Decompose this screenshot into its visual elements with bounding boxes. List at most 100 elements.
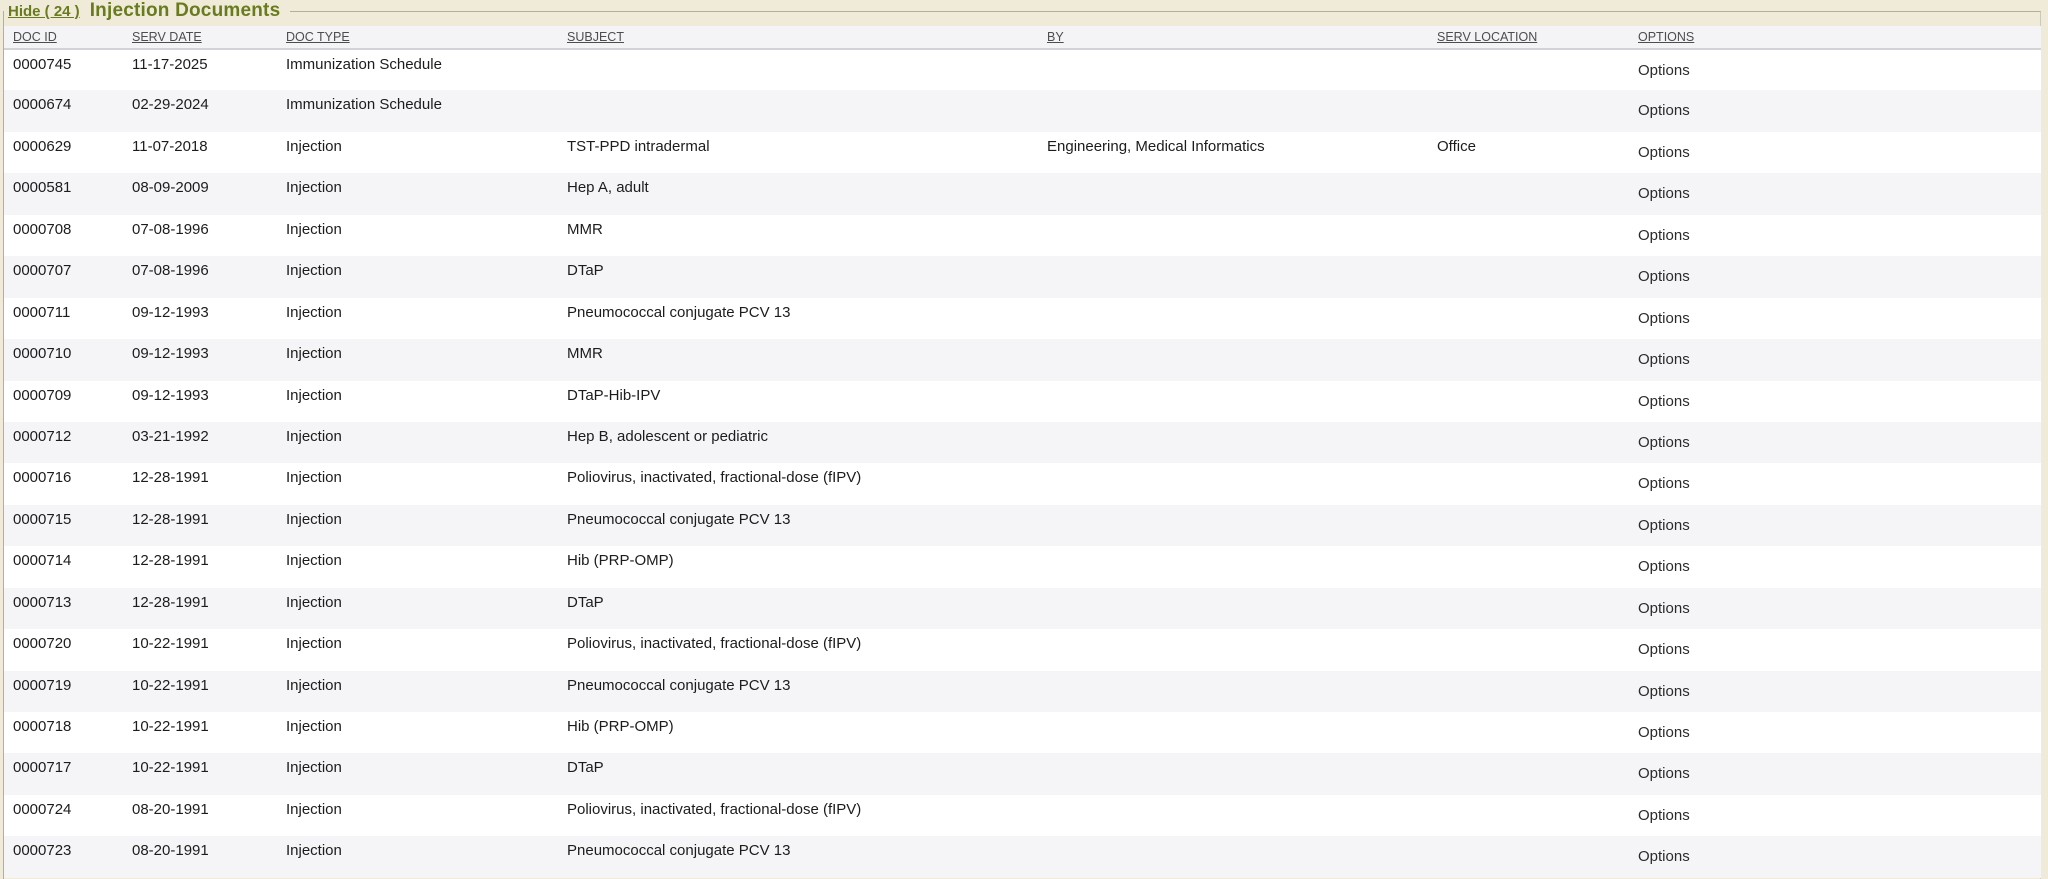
cell-by [1047,463,1437,504]
table-row: 0000581 08-09-2009 Injection Hep A, adul… [4,173,2041,214]
cell-doc-type: Injection [286,132,567,173]
cell-options: Options [1638,215,2041,256]
cell-options: Options [1638,836,2041,877]
options-button[interactable]: Options [1638,724,1690,741]
column-header-options-label[interactable]: OPTIONS [1638,30,1694,44]
cell-serv-date: 07-08-1996 [132,215,286,256]
options-button[interactable]: Options [1638,227,1690,244]
cell-options: Options [1638,753,2041,794]
cell-doc-type: Injection [286,712,567,753]
cell-doc-id: 0000710 [4,339,132,380]
cell-subject: Hep A, adult [567,173,1047,214]
cell-serv-date: 10-22-1991 [132,629,286,670]
options-button[interactable]: Options [1638,351,1690,368]
injection-documents-page: DOC ID SERV DATE DOC TYPE SUBJECT BY SER… [0,0,2048,879]
cell-doc-id: 0000707 [4,256,132,297]
table-row: 0000713 12-28-1991 Injection DTaP Option… [4,588,2041,629]
table-row: 0000711 09-12-1993 Injection Pneumococca… [4,298,2041,339]
options-button[interactable]: Options [1638,683,1690,700]
table-row: 0000707 07-08-1996 Injection DTaP Option… [4,256,2041,297]
table-row: 0000708 07-08-1996 Injection MMR Options [4,215,2041,256]
column-header-doc-id-label[interactable]: DOC ID [13,30,57,44]
cell-by [1047,298,1437,339]
cell-subject: Poliovirus, inactivated, fractional-dose… [567,463,1047,504]
options-button[interactable]: Options [1638,600,1690,617]
options-button[interactable]: Options [1638,848,1690,865]
cell-doc-id: 0000713 [4,588,132,629]
cell-by [1047,588,1437,629]
column-header-options[interactable]: OPTIONS [1638,26,2041,49]
column-header-serv-location[interactable]: SERV LOCATION [1437,26,1638,49]
column-header-serv-date[interactable]: SERV DATE [132,26,286,49]
cell-doc-id: 0000724 [4,795,132,836]
cell-serv-date: 02-29-2024 [132,90,286,131]
cell-options: Options [1638,505,2041,546]
column-header-by-label[interactable]: BY [1047,30,1064,44]
column-header-doc-type-label[interactable]: DOC TYPE [286,30,350,44]
cell-serv-date: 09-12-1993 [132,339,286,380]
cell-subject: Hib (PRP-OMP) [567,546,1047,587]
cell-serv-date: 09-12-1993 [132,298,286,339]
cell-doc-id: 0000714 [4,546,132,587]
options-button[interactable]: Options [1638,62,1690,79]
options-button[interactable]: Options [1638,310,1690,327]
cell-by [1047,215,1437,256]
cell-serv-location [1437,298,1638,339]
cell-subject [567,90,1047,131]
cell-by: Engineering, Medical Informatics [1047,132,1437,173]
cell-doc-id: 0000712 [4,422,132,463]
cell-doc-type: Injection [286,753,567,794]
cell-options: Options [1638,132,2041,173]
cell-serv-location: Office [1437,132,1638,173]
cell-options: Options [1638,546,2041,587]
column-header-doc-id[interactable]: DOC ID [4,26,132,49]
documents-tbody: 0000745 11-17-2025 Immunization Schedule… [4,49,2041,878]
cell-subject: TST-PPD intradermal [567,132,1047,173]
cell-subject: Pneumococcal conjugate PCV 13 [567,505,1047,546]
table-row: 0000716 12-28-1991 Injection Poliovirus,… [4,463,2041,504]
column-header-subject-label[interactable]: SUBJECT [567,30,624,44]
options-button[interactable]: Options [1638,475,1690,492]
options-button[interactable]: Options [1638,268,1690,285]
cell-serv-location [1437,671,1638,712]
cell-serv-date: 12-28-1991 [132,463,286,504]
cell-subject: DTaP-Hib-IPV [567,381,1047,422]
cell-serv-location [1437,463,1638,504]
cell-by [1047,671,1437,712]
cell-subject: Pneumococcal conjugate PCV 13 [567,298,1047,339]
hide-toggle-link[interactable]: Hide ( 24 ) [8,3,80,20]
cell-options: Options [1638,49,2041,90]
options-button[interactable]: Options [1638,558,1690,575]
cell-by [1047,90,1437,131]
cell-serv-date: 08-20-1991 [132,795,286,836]
cell-by [1047,173,1437,214]
options-button[interactable]: Options [1638,393,1690,410]
cell-subject: MMR [567,339,1047,380]
cell-by [1047,505,1437,546]
options-button[interactable]: Options [1638,102,1690,119]
cell-options: Options [1638,671,2041,712]
cell-serv-location [1437,795,1638,836]
column-header-doc-type[interactable]: DOC TYPE [286,26,567,49]
cell-options: Options [1638,629,2041,670]
cell-by [1047,712,1437,753]
options-button[interactable]: Options [1638,185,1690,202]
column-header-subject[interactable]: SUBJECT [567,26,1047,49]
options-button[interactable]: Options [1638,765,1690,782]
column-header-by[interactable]: BY [1047,26,1437,49]
cell-serv-date: 10-22-1991 [132,712,286,753]
options-button[interactable]: Options [1638,434,1690,451]
options-button[interactable]: Options [1638,807,1690,824]
column-header-serv-location-label[interactable]: SERV LOCATION [1437,30,1537,44]
table-row: 0000723 08-20-1991 Injection Pneumococca… [4,836,2041,877]
cell-doc-type: Injection [286,256,567,297]
cell-serv-date: 03-21-1992 [132,422,286,463]
column-header-serv-date-label[interactable]: SERV DATE [132,30,202,44]
cell-doc-type: Injection [286,422,567,463]
cell-subject: Poliovirus, inactivated, fractional-dose… [567,795,1047,836]
options-button[interactable]: Options [1638,144,1690,161]
table-row: 0000709 09-12-1993 Injection DTaP-Hib-IP… [4,381,2041,422]
options-button[interactable]: Options [1638,641,1690,658]
options-button[interactable]: Options [1638,517,1690,534]
cell-options: Options [1638,588,2041,629]
